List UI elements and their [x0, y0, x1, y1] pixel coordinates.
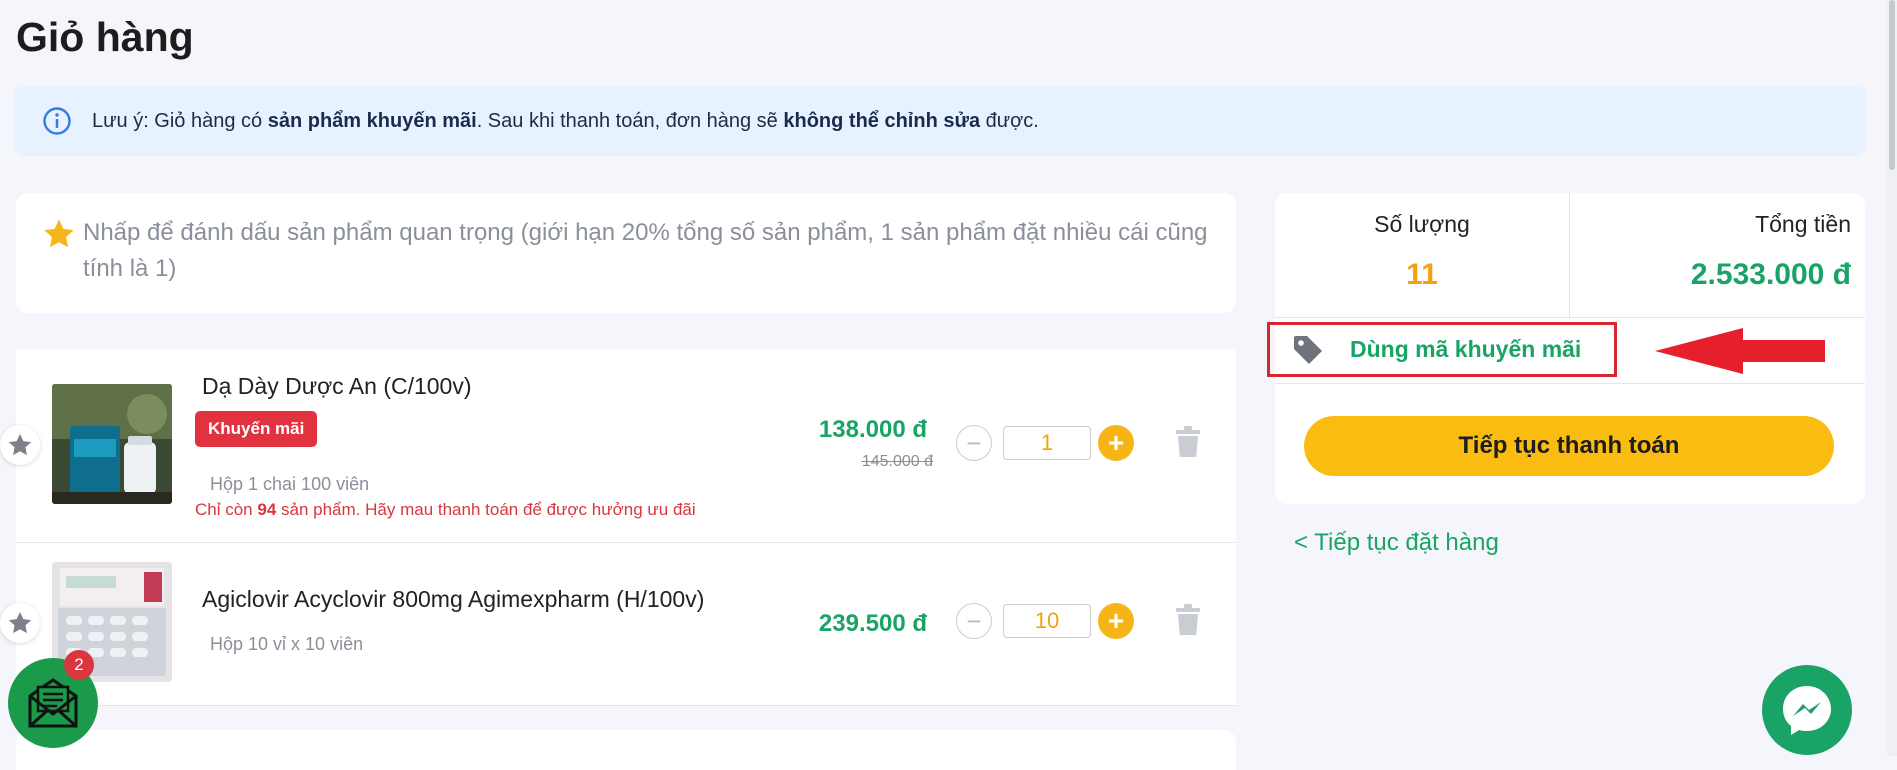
decrease-quantity-button[interactable]: −: [956, 603, 992, 639]
star-hint-card: Nhấp để đánh dấu sản phẩm quan trọng (gi…: [16, 193, 1236, 313]
notice-bold-promo: sản phẩm khuyến mãi: [267, 109, 477, 132]
checkout-button[interactable]: Tiếp tục thanh toán: [1304, 416, 1834, 476]
notice-banner: Lưu ý: Giỏ hàng có sản phẩm khuyến mãi. …: [14, 86, 1866, 156]
page-title: Giỏ hàng: [16, 14, 194, 60]
increase-quantity-button[interactable]: +: [1098, 425, 1134, 461]
cart-item: Dạ Dày Dược An (C/100v) Khuyến mãi Hộp 1…: [0, 349, 1236, 543]
quantity-input[interactable]: [1003, 426, 1091, 460]
quantity-stepper: − +: [956, 603, 1134, 639]
scrollbar-thumb[interactable]: [1889, 0, 1895, 170]
cart-items-list: Dạ Dày Dược An (C/100v) Khuyến mãi Hộp 1…: [0, 349, 1236, 706]
product-price: 138.000 đ: [818, 416, 927, 443]
delete-item-button[interactable]: [1173, 425, 1203, 459]
quantity-label: Số lượng: [1374, 211, 1470, 237]
messenger-icon: [1783, 686, 1831, 735]
decrease-quantity-button[interactable]: −: [956, 425, 992, 461]
star-icon: [44, 219, 74, 248]
messenger-chat-button[interactable]: [1762, 665, 1852, 755]
product-old-price: 145.000 đ: [861, 453, 933, 470]
order-summary: Số lượng 11 Tổng tiền 2.533.000 đ Dùng m…: [1267, 193, 1865, 504]
plus-icon: +: [1107, 427, 1125, 458]
plus-icon: +: [1107, 605, 1125, 636]
quantity-input[interactable]: [1003, 604, 1091, 638]
continue-ordering-link[interactable]: < Tiếp tục đặt hàng: [1294, 529, 1499, 557]
minus-icon: −: [966, 428, 982, 458]
quantity-stepper: − +: [956, 425, 1134, 461]
total-label: Tổng tiền: [1755, 211, 1851, 237]
divider: [1569, 193, 1570, 317]
stock-warning: Chỉ còn 94 sản phẩm. Hãy mau thanh toán …: [195, 500, 696, 519]
notice-bold-no-edit: không thể chỉnh sửa: [783, 109, 981, 132]
cart-item: Agiclovir Acyclovir 800mg Agimexpharm (H…: [0, 543, 1236, 706]
promo-badge: Khuyến mãi: [195, 411, 318, 447]
product-price: 239.500 đ: [818, 610, 927, 637]
product-thumbnail: [52, 384, 172, 504]
total-amount: 2.533.000 đ: [1690, 258, 1851, 291]
stock-count: 94: [257, 500, 277, 519]
notification-badge: 2: [64, 650, 94, 680]
product-pack: Hộp 1 chai 100 viên: [210, 474, 370, 494]
increase-quantity-button[interactable]: +: [1098, 603, 1134, 639]
favorite-star-button[interactable]: [0, 425, 40, 465]
red-arrow-annotation: [1655, 328, 1825, 374]
page-scrollbar[interactable]: [1887, 0, 1897, 756]
notice-text: Lưu ý: Giỏ hàng có sản phẩm khuyến mãi. …: [92, 109, 1039, 132]
minus-icon: −: [966, 606, 982, 636]
info-icon: [43, 107, 71, 135]
next-item-card: [16, 730, 1236, 770]
promo-code-label: Dùng mã khuyến mãi: [1350, 336, 1582, 362]
product-image[interactable]: [52, 384, 172, 504]
product-name[interactable]: Agiclovir Acyclovir 800mg Agimexpharm (H…: [202, 586, 704, 613]
star-hint-text: Nhấp để đánh dấu sản phẩm quan trọng (gi…: [83, 219, 1208, 282]
divider: [1275, 317, 1865, 318]
envelope-icon: [28, 678, 78, 728]
product-name[interactable]: Dạ Dày Dược An (C/100v): [202, 373, 472, 400]
star-icon: [8, 611, 32, 634]
star-icon: [8, 433, 32, 456]
quantity-total: 11: [1406, 258, 1438, 291]
product-pack: Hộp 10 vỉ x 10 viên: [210, 634, 364, 654]
delete-item-button[interactable]: [1173, 603, 1203, 637]
apply-promo-code-button[interactable]: Dùng mã khuyến mãi: [1267, 322, 1617, 377]
tag-icon: [1294, 335, 1322, 364]
favorite-star-button[interactable]: [0, 603, 40, 643]
divider: [1275, 383, 1865, 384]
